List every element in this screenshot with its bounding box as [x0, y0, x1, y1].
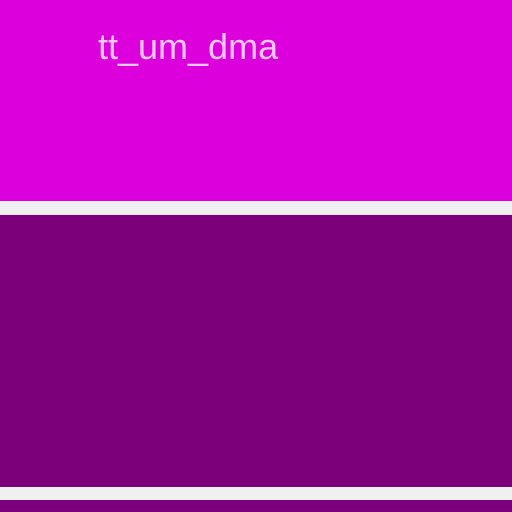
screen-root: tt_um_dma — [0, 0, 512, 512]
top-color-panel[interactable]: tt_um_dma — [0, 0, 512, 201]
bottom-divider — [0, 487, 512, 500]
panel-title: tt_um_dma — [98, 26, 279, 67]
bottom-color-edge — [0, 500, 512, 512]
bottom-color-panel[interactable] — [0, 215, 512, 487]
